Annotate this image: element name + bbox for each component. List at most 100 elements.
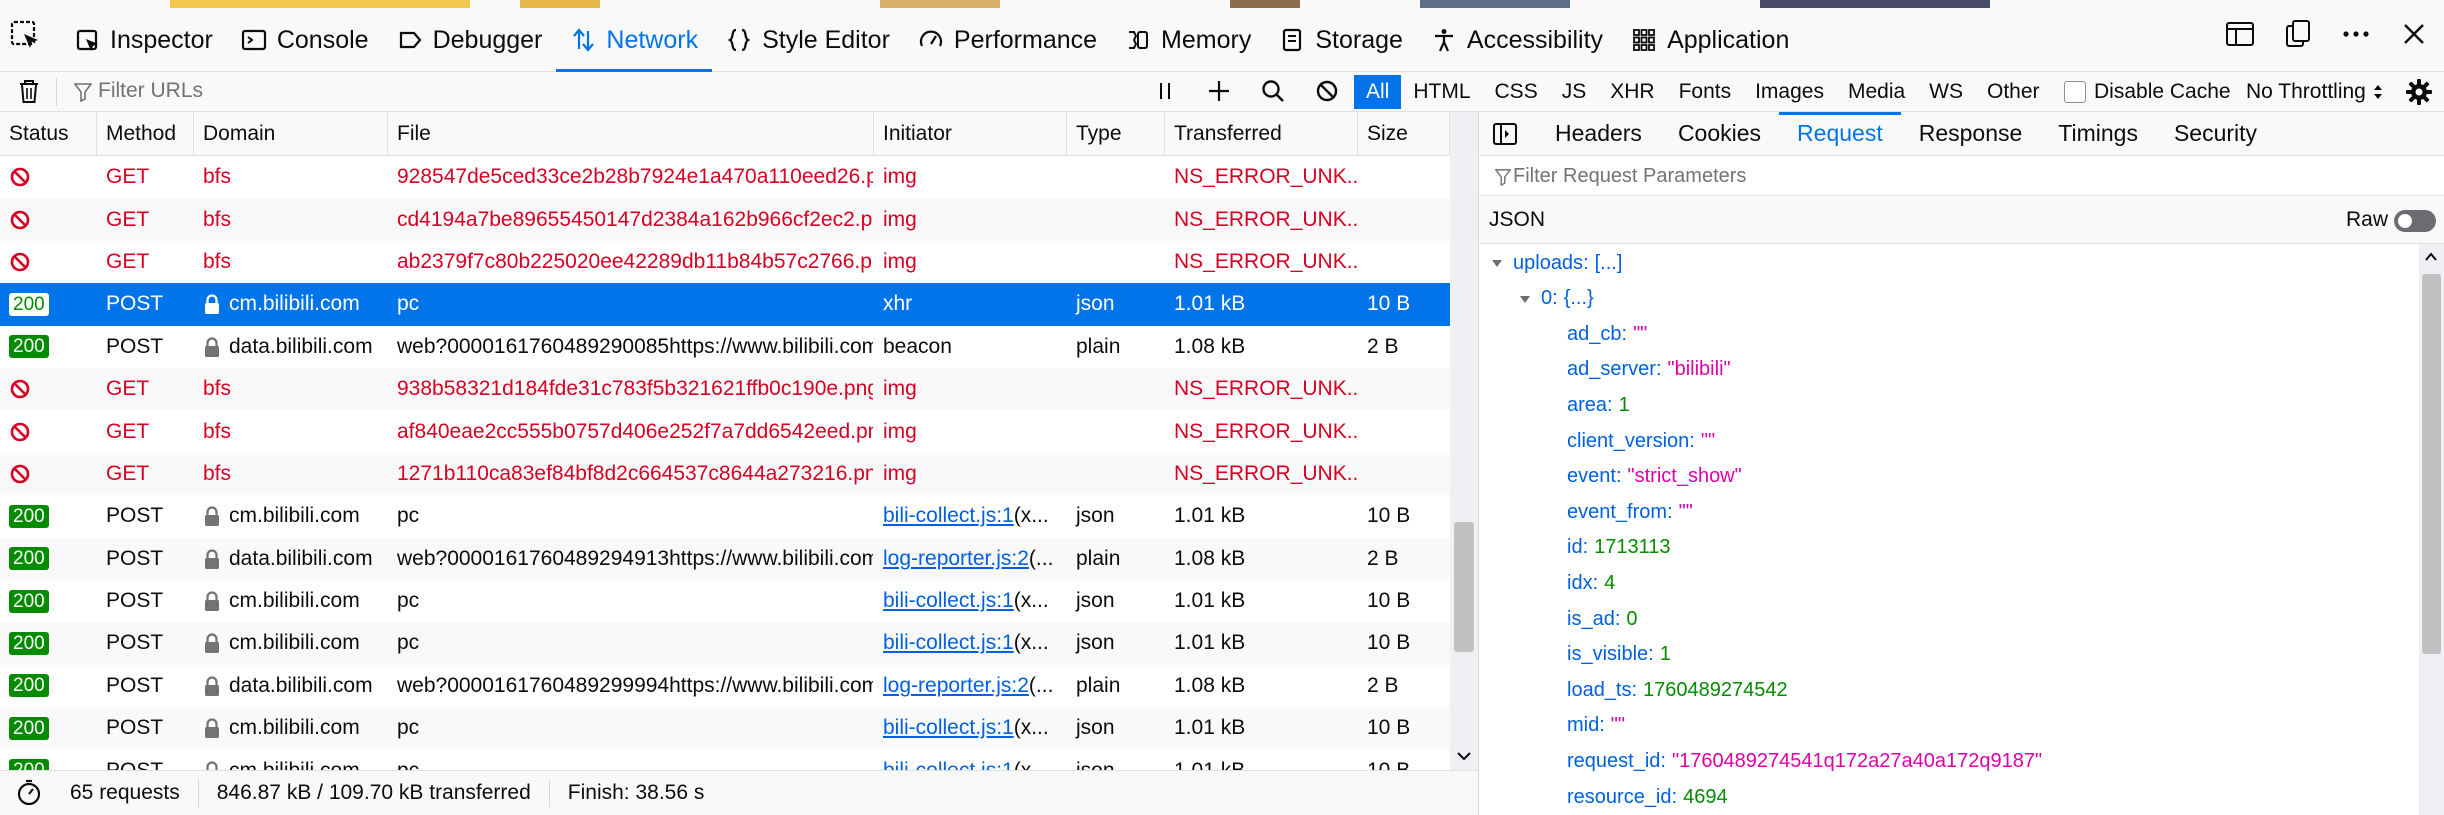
stopwatch-icon[interactable] xyxy=(14,778,44,808)
json-key: is_ad xyxy=(1567,607,1615,630)
table-row[interactable]: 200POSTcm.bilibili.compcbili-collect.js:… xyxy=(0,622,1450,665)
table-row[interactable]: 200 POST cm.bilibili.com pc xhr json 1.01 kB 10… xyxy=(0,283,1450,326)
table-row[interactable]: 200 POST data.bilibili.com web?000016176048… xyxy=(0,326,1450,368)
table-row[interactable]: 200POSTcm.bilibili.compcbili-collect.js:… xyxy=(0,707,1450,750)
scrollbar-thumb[interactable] xyxy=(2422,274,2441,654)
memory-icon xyxy=(1129,31,1149,49)
table-row[interactable]: 200 POST data.bilibili.com web?000016176048… xyxy=(0,665,1450,707)
domain-cell: data.bilibili.com xyxy=(194,538,388,580)
raw-toggle[interactable] xyxy=(2394,210,2436,232)
column-header-method[interactable]: Method xyxy=(97,112,194,156)
details-tab-response[interactable]: Response xyxy=(1901,112,2041,156)
details-tab-security[interactable]: Security xyxy=(2156,112,2275,156)
search-icon[interactable] xyxy=(1258,76,1288,106)
column-header-type[interactable]: Type xyxy=(1067,112,1165,156)
initiator-link[interactable]: bili-collect.js:1 xyxy=(883,716,1014,740)
type-filter-media[interactable]: Media xyxy=(1836,75,1917,109)
initiator-link[interactable]: log-reporter.js:2 xyxy=(883,547,1029,571)
tab-application[interactable]: Application xyxy=(1617,8,1803,72)
toggle-sidebar-icon[interactable] xyxy=(1491,120,1519,148)
column-header-file[interactable]: File xyxy=(388,112,874,156)
details-tab-request[interactable]: Request xyxy=(1779,111,1901,156)
filter-params-input[interactable] xyxy=(1499,160,2399,192)
type-filter-css[interactable]: CSS xyxy=(1483,75,1550,109)
disable-cache-toggle[interactable]: Disable Cache xyxy=(2064,72,2231,112)
json-key: ad_server xyxy=(1567,358,1656,381)
type-filter-html[interactable]: HTML xyxy=(1401,75,1482,109)
tab-accessibility[interactable]: Accessibility xyxy=(1417,8,1617,72)
type-filter-other[interactable]: Other xyxy=(1975,75,2052,109)
add-request-icon[interactable] xyxy=(1204,76,1234,106)
details-scrollbar[interactable] xyxy=(2419,244,2444,815)
type-filter-xhr[interactable]: XHR xyxy=(1598,75,1666,109)
initiator-link[interactable]: log-reporter.js:2 xyxy=(883,674,1029,698)
status-cell xyxy=(0,198,97,240)
initiator-link[interactable]: bili-collect.js:1 xyxy=(883,589,1014,613)
column-header-domain[interactable]: Domain xyxy=(194,112,388,156)
clear-trash-icon[interactable] xyxy=(14,76,44,106)
domain-cell: bfs xyxy=(194,156,388,198)
details-tab-timings[interactable]: Timings xyxy=(2040,112,2156,156)
table-row[interactable]: 200POSTcm.bilibili.compcbili-collect.js:… xyxy=(0,495,1450,537)
column-header-transferred[interactable]: Transferred xyxy=(1165,112,1358,156)
element-picker-icon[interactable] xyxy=(8,18,44,54)
column-header-initiator[interactable]: Initiator xyxy=(874,112,1067,156)
table-row[interactable]: 200POSTcm.bilibili.compcbili-collect.js:… xyxy=(0,749,1450,770)
type-filter-images[interactable]: Images xyxy=(1743,75,1836,109)
block-request-icon[interactable] xyxy=(1312,76,1342,106)
initiator-cause: (x... xyxy=(1013,504,1049,528)
pause-icon[interactable] xyxy=(1150,76,1180,106)
table-row[interactable]: GET bfs 938b58321d184fde31c783f5b321621ffb… xyxy=(0,367,1450,411)
tab-memory[interactable]: Memory xyxy=(1111,8,1265,72)
disable-cache-checkbox[interactable] xyxy=(2064,81,2086,103)
type-filter-all[interactable]: All xyxy=(1354,75,1402,109)
details-tab-cookies[interactable]: Cookies xyxy=(1660,112,1779,156)
json-label: JSON xyxy=(1489,208,1546,231)
chevron-up-icon[interactable] xyxy=(2424,250,2438,264)
method-cell: POST xyxy=(106,546,164,570)
request-count: 65 requests xyxy=(70,781,180,804)
tab-network[interactable]: Network xyxy=(556,8,712,72)
tab-debugger[interactable]: Debugger xyxy=(383,8,557,72)
filter-urls-input[interactable] xyxy=(72,74,1132,108)
expand-triangle-icon[interactable] xyxy=(1519,293,1531,305)
type-filter-ws[interactable]: WS xyxy=(1917,75,1975,109)
throttling-select[interactable]: No Throttling xyxy=(2246,72,2384,112)
initiator-link[interactable]: bili-collect.js:1 xyxy=(883,759,1014,770)
column-header-status[interactable]: Status xyxy=(0,112,97,156)
split-console-icon[interactable] xyxy=(2224,18,2256,50)
close-icon[interactable] xyxy=(2398,18,2430,50)
table-row[interactable]: GET bfs af840eae2cc555b0757d406e252f7a7dd6… xyxy=(0,410,1450,452)
table-row[interactable]: GET bfs ab2379f7c80b225020ee42289db11b84b5… xyxy=(0,241,1450,283)
more-options-icon[interactable] xyxy=(2340,18,2372,50)
scrollbar-thumb[interactable] xyxy=(1454,522,1474,652)
initiator-link[interactable]: bili-collect.js:1 xyxy=(883,504,1014,528)
type-filter-fonts[interactable]: Fonts xyxy=(1667,75,1744,109)
tab-console[interactable]: Console xyxy=(227,8,383,72)
initiator-text: img xyxy=(883,461,917,485)
json-node[interactable]: uploads: [...] xyxy=(1491,246,1622,280)
tab-style-editor[interactable]: Style Editor xyxy=(712,8,904,72)
file-cell: 938b58321d184fde31c783f5b321621ffb0c190e… xyxy=(397,377,874,401)
tab-inspector[interactable]: Inspector xyxy=(60,8,227,72)
details-tab-headers[interactable]: Headers xyxy=(1537,112,1660,156)
json-colon: : xyxy=(1671,785,1678,808)
status-badge: 200 xyxy=(9,759,49,770)
table-row[interactable]: GET bfs cd4194a7be89655450147d2384a162b966… xyxy=(0,198,1450,241)
dock-icon[interactable] xyxy=(2282,18,2314,50)
initiator-link[interactable]: bili-collect.js:1 xyxy=(883,631,1014,655)
table-scrollbar[interactable] xyxy=(1450,112,1478,770)
gear-icon[interactable] xyxy=(2404,77,2434,107)
tab-performance[interactable]: Performance xyxy=(904,8,1111,72)
json-node[interactable]: 0: {...} xyxy=(1519,282,1594,316)
tab-storage[interactable]: Storage xyxy=(1265,8,1417,72)
table-row[interactable]: GET bfs 928547de5ced33ce2b28b7924e1a470a11… xyxy=(0,156,1450,198)
type-filter-js[interactable]: JS xyxy=(1550,75,1599,109)
json-colon: : xyxy=(1648,643,1654,666)
expand-triangle-icon[interactable] xyxy=(1491,257,1503,269)
table-row[interactable]: 200 POST data.bilibili.com web?000016176048… xyxy=(0,537,1450,580)
table-row[interactable]: GET bfs 1271b110ca83ef84bf8d2c664537c8644a… xyxy=(0,452,1450,496)
chevron-down-icon[interactable] xyxy=(1456,748,1472,764)
table-row[interactable]: 200POSTcm.bilibili.compcbili-collect.js:… xyxy=(0,580,1450,622)
column-header-size[interactable]: Size xyxy=(1358,112,1450,156)
